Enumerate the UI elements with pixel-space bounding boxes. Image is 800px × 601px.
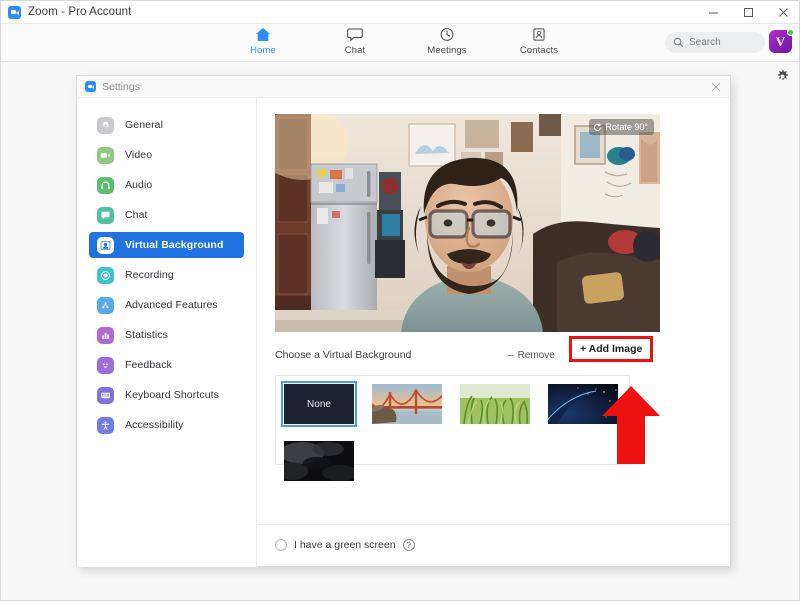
add-image-highlight-box: + Add Image [569, 336, 654, 362]
sidebar-item-label: Video [125, 149, 153, 161]
settings-close-button[interactable] [708, 79, 724, 95]
rotate-icon [594, 123, 602, 131]
close-button[interactable] [766, 1, 799, 24]
choose-background-row: Choose a Virtual Background – Remove + A… [275, 336, 712, 365]
dark-smoke-thumbnail [284, 441, 354, 481]
sidebar-item-audio[interactable]: Audio [89, 172, 244, 198]
remove-label: Remove [517, 349, 555, 361]
maximize-button[interactable] [731, 1, 766, 24]
settings-titlebar: Settings [77, 76, 730, 98]
gear-icon [777, 69, 788, 80]
search-placeholder: Search [689, 37, 721, 48]
minimize-button[interactable] [696, 1, 731, 24]
sidebar-item-label: Recording [125, 269, 174, 281]
tab-contacts-label: Contacts [519, 45, 559, 56]
zoom-video-icon [8, 5, 21, 19]
settings-sidebar: General Video Audio Chat Virtual Backgro… [77, 98, 257, 567]
background-grid: None [281, 381, 621, 481]
sidebar-item-label: General [125, 119, 164, 131]
search-input[interactable]: Search [665, 32, 765, 53]
search-icon [673, 37, 684, 48]
status-badge [787, 29, 794, 36]
avatar[interactable]: V [769, 29, 794, 54]
video-preview: Rotate 90° [275, 114, 660, 332]
background-thumb-golden-gate[interactable] [372, 384, 442, 424]
sidebar-item-label: Keyboard Shortcuts [125, 389, 220, 401]
footer-divider [257, 524, 730, 525]
grass-thumbnail [460, 384, 530, 424]
settings-main-panel: Rotate 90° Choose a Virtual Background –… [257, 98, 730, 567]
rotate-90-button[interactable]: Rotate 90° [589, 119, 654, 135]
sidebar-item-label: Chat [125, 209, 148, 221]
green-screen-row: I have a green screen ? [275, 539, 415, 551]
sidebar-item-feedback[interactable]: Feedback [89, 352, 244, 378]
sparkle-icon [97, 296, 114, 314]
choose-background-heading: Choose a Virtual Background [275, 349, 412, 361]
smiley-icon [97, 356, 114, 374]
settings-gear-button[interactable] [773, 67, 791, 85]
background-thumb-label: None [307, 398, 331, 410]
background-thumb-grass[interactable] [460, 384, 530, 424]
chat-bubble-icon [347, 26, 363, 43]
red-up-arrow [602, 386, 660, 464]
sidebar-item-statistics[interactable]: Statistics [89, 322, 244, 348]
settings-title: Settings [102, 80, 140, 93]
sidebar-item-label: Virtual Background [125, 239, 224, 251]
sidebar-item-label: Feedback [125, 359, 172, 371]
question-mark-icon[interactable]: ? [402, 539, 415, 551]
webcam-feed [275, 114, 660, 332]
background-grid-container: None [275, 375, 630, 481]
window-title: Zoom - Pro Account [28, 6, 132, 18]
headphones-icon [97, 176, 114, 194]
home-icon [255, 26, 271, 43]
tab-chat-label: Chat [344, 45, 366, 56]
gear-icon [97, 116, 114, 134]
camera-icon [97, 146, 114, 164]
window-titlebar: Zoom - Pro Account [1, 1, 799, 24]
zoom-video-icon [85, 81, 96, 92]
keyboard-icon [97, 386, 114, 404]
minus-icon: – [508, 349, 514, 361]
golden-gate-thumbnail [372, 384, 442, 424]
window-controls [696, 1, 799, 24]
rotate-90-label: Rotate 90° [605, 122, 648, 132]
tab-contacts[interactable]: Contacts [511, 26, 567, 56]
background-thumb-none[interactable]: None [281, 381, 357, 427]
sidebar-item-general[interactable]: General [89, 112, 244, 138]
zoom-app-window: Zoom - Pro Account Home Chat Meetings Co… [0, 0, 800, 601]
sidebar-item-label: Accessibility [125, 419, 184, 431]
tab-chat[interactable]: Chat [327, 26, 383, 56]
settings-dialog: Settings General Video Audio Chat Virtua… [76, 75, 731, 567]
bar-chart-icon [97, 326, 114, 344]
green-screen-checkbox[interactable] [275, 539, 287, 551]
sidebar-item-label: Statistics [125, 329, 169, 341]
tab-meetings-label: Meetings [427, 45, 467, 56]
record-circle-icon [97, 266, 114, 284]
accessibility-icon [97, 416, 114, 434]
clock-icon [439, 26, 455, 43]
sidebar-item-accessibility[interactable]: Accessibility [89, 412, 244, 438]
main-navbar: Home Chat Meetings Contacts Search V [1, 24, 799, 62]
sidebar-item-virtual-background[interactable]: Virtual Background [89, 232, 244, 258]
settings-body: General Video Audio Chat Virtual Backgro… [77, 98, 730, 567]
add-image-button[interactable]: + Add Image [580, 343, 642, 355]
sidebar-item-label: Advanced Features [125, 299, 218, 311]
person-frame-icon [97, 236, 114, 254]
sidebar-item-label: Audio [125, 179, 153, 191]
green-screen-label: I have a green screen [294, 539, 396, 551]
sidebar-item-chat[interactable]: Chat [89, 202, 244, 228]
sidebar-item-advanced-features[interactable]: Advanced Features [89, 292, 244, 318]
tab-home-label: Home [250, 45, 276, 56]
contact-card-icon [531, 26, 547, 43]
tab-home[interactable]: Home [235, 26, 291, 56]
sidebar-item-keyboard-shortcuts[interactable]: Keyboard Shortcuts [89, 382, 244, 408]
background-thumb-dark-smoke[interactable] [284, 441, 354, 481]
nav-tabs: Home Chat Meetings Contacts [235, 26, 567, 56]
tab-meetings[interactable]: Meetings [419, 26, 475, 56]
sidebar-item-recording[interactable]: Recording [89, 262, 244, 288]
sidebar-item-video[interactable]: Video [89, 142, 244, 168]
remove-background-button[interactable]: – Remove [508, 350, 555, 361]
chat-bubble-icon [97, 206, 114, 224]
